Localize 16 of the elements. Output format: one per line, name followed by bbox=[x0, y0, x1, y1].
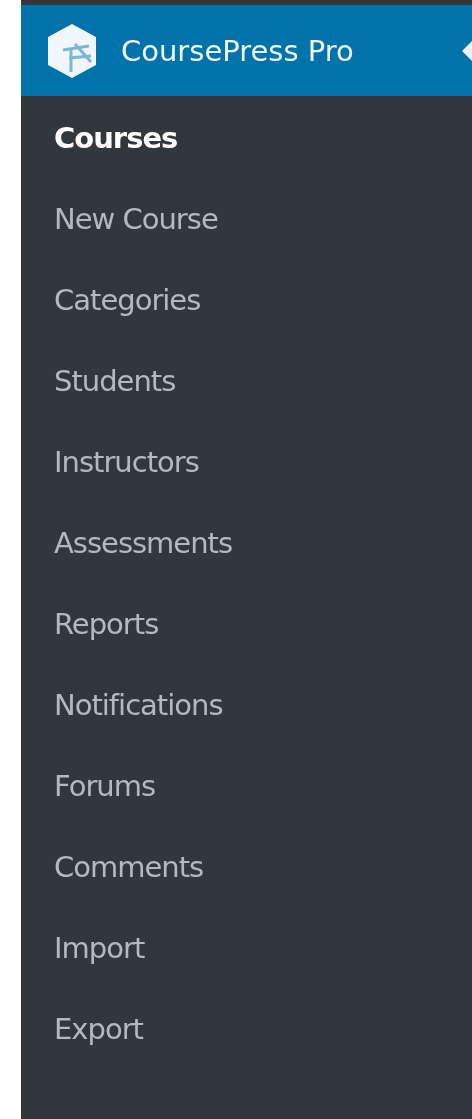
submenu-link[interactable]: Courses bbox=[54, 98, 178, 179]
menu-title: CoursePress Pro bbox=[121, 33, 354, 68]
submenu-link[interactable]: Notifications bbox=[54, 665, 223, 746]
submenu-link[interactable]: Categories bbox=[54, 260, 201, 341]
menu-header[interactable]: CoursePress Pro bbox=[21, 5, 472, 96]
submenu-link[interactable]: Import bbox=[54, 908, 145, 989]
submenu-link[interactable]: New Course bbox=[54, 179, 218, 260]
submenu-link[interactable]: Reports bbox=[54, 584, 159, 665]
submenu-link[interactable]: Forums bbox=[54, 746, 156, 827]
triangle-icon bbox=[462, 41, 472, 61]
submenu-link[interactable]: Students bbox=[54, 341, 176, 422]
submenu-link[interactable]: Instructors bbox=[54, 422, 199, 503]
submenu-link[interactable]: Export bbox=[54, 989, 143, 1070]
hexagon-logo-icon bbox=[45, 21, 99, 80]
submenu-link[interactable]: Comments bbox=[54, 827, 204, 908]
submenu-link[interactable]: Assessments bbox=[54, 503, 233, 584]
